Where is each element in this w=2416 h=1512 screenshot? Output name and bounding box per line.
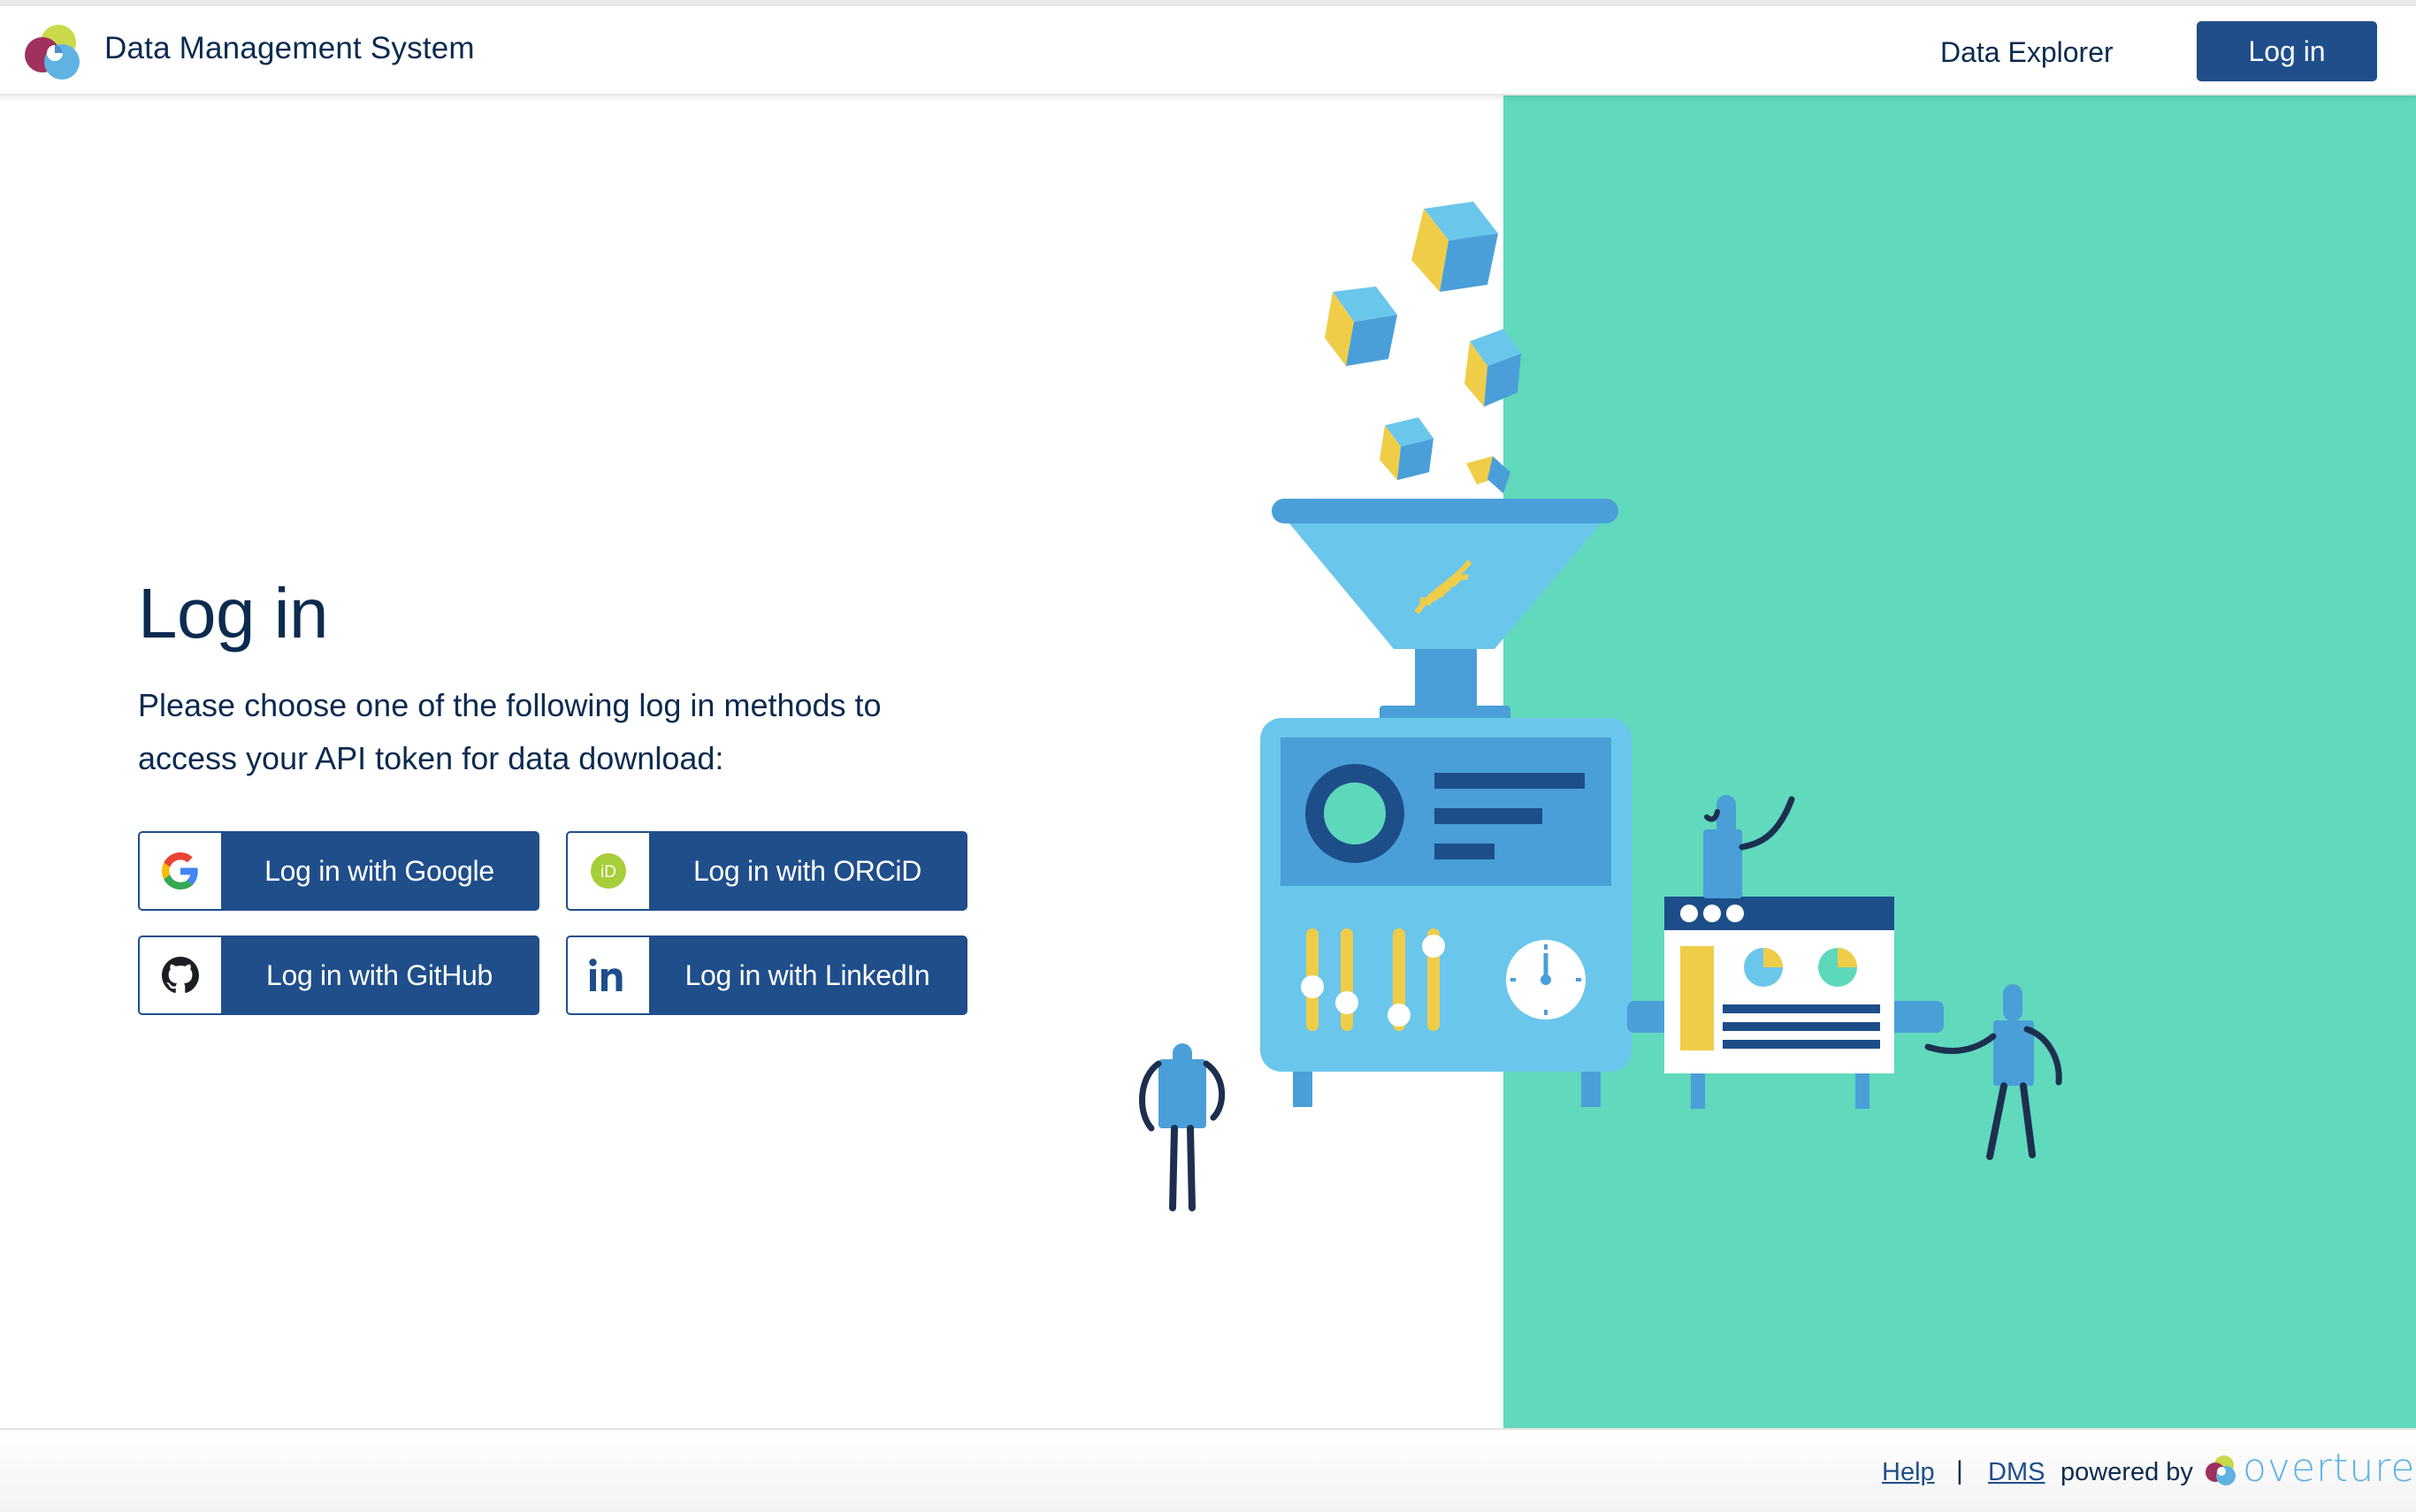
github-icon <box>140 937 221 1013</box>
window-top-edge <box>0 0 2416 6</box>
cube-icon <box>1380 417 1434 480</box>
linkedin-icon <box>568 937 649 1013</box>
overture-logo-icon[interactable] <box>2204 1453 2239 1488</box>
navbar: Data Management System Data Explorer Log… <box>0 6 2416 95</box>
gauge-icon <box>1506 940 1586 1019</box>
footer: Help | DMS powered by overture <box>0 1428 2416 1512</box>
help-link[interactable]: Help <box>1882 1458 1935 1487</box>
footer-separator: | <box>1956 1456 1963 1485</box>
login-github-button[interactable]: Log in with GitHub <box>138 935 539 1015</box>
google-icon <box>140 833 221 909</box>
login-google-label: Log in with Google <box>264 854 494 887</box>
login-description: Please choose one of the following log i… <box>138 687 882 776</box>
app-title: Data Management System <box>104 31 475 65</box>
login-linkedin-label: Log in with LinkedIn <box>684 958 930 991</box>
person-figure <box>1703 795 1795 898</box>
cube-icon <box>1411 202 1498 292</box>
login-google-button[interactable]: Log in with Google <box>138 831 539 911</box>
overture-brand[interactable]: overture <box>2243 1446 2415 1491</box>
cube-icon <box>1464 329 1521 407</box>
person-figure <box>1924 984 2062 1160</box>
login-github-label: Log in with GitHub <box>265 958 493 991</box>
login-linkedin-button[interactable]: Log in with LinkedIn <box>566 935 967 1015</box>
powered-by-text: powered by <box>2060 1458 2193 1486</box>
orcid-icon: iD <box>568 833 649 909</box>
data-explorer-link[interactable]: Data Explorer <box>1940 36 2114 69</box>
header-login-button[interactable]: Log in <box>2197 21 2377 81</box>
svg-text:iD: iD <box>600 863 616 882</box>
dms-link[interactable]: DMS <box>1988 1458 2045 1487</box>
cube-icon <box>1325 286 1397 366</box>
pie-chart-icon <box>1744 948 1783 987</box>
login-page: Log in Please choose one of the followin… <box>0 95 2416 1428</box>
data-pipeline-illustration <box>1139 202 2062 1211</box>
login-orcid-label: Log in with ORCiD <box>692 854 922 887</box>
page-title: Log in <box>138 574 328 653</box>
pie-chart-icon <box>1818 948 1857 987</box>
cube-icon <box>1466 456 1510 493</box>
person-figure <box>1139 1043 1226 1211</box>
dms-logo-icon[interactable] <box>23 21 85 83</box>
login-orcid-button[interactable]: iD Log in with ORCiD <box>566 831 967 911</box>
